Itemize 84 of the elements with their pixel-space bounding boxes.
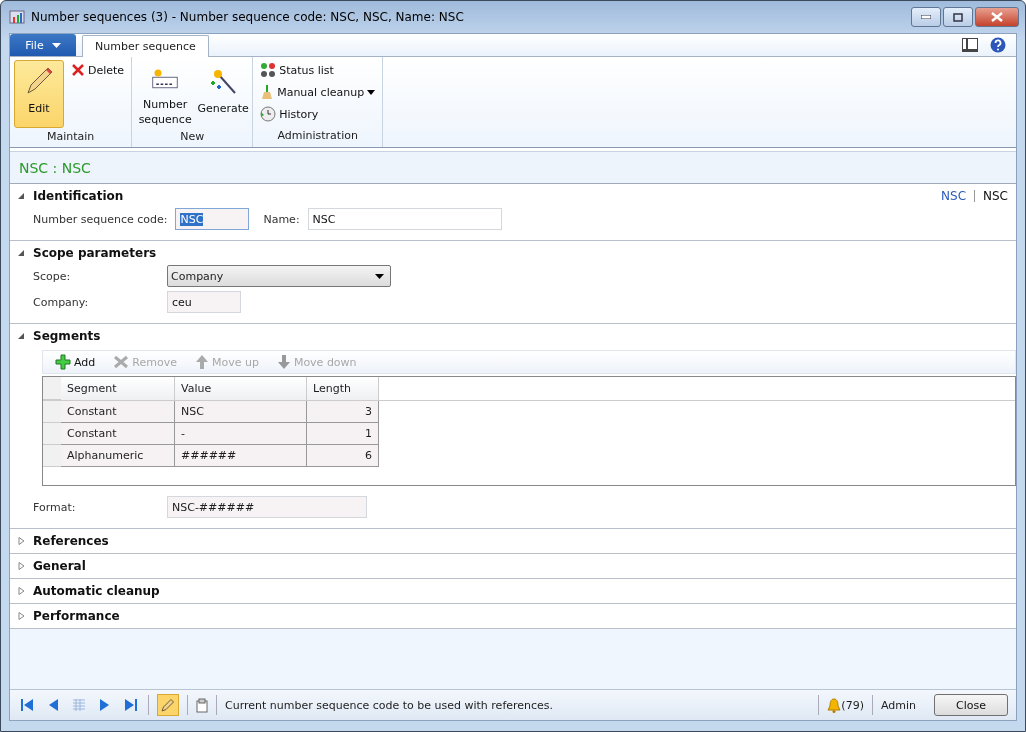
arrow-up-icon xyxy=(194,354,209,370)
clock-icon xyxy=(260,106,277,122)
field-label: Number sequence code: xyxy=(33,212,168,226)
ribbon-button[interactable]: Edit xyxy=(14,60,64,128)
input-field[interactable]: NSC xyxy=(307,208,502,230)
ribbon-button[interactable]: Delete xyxy=(68,60,128,80)
table-cell: Constant xyxy=(61,401,175,423)
expand-icon[interactable] xyxy=(18,587,25,595)
section-title[interactable]: General xyxy=(33,559,86,573)
table-cell: 1 xyxy=(307,423,379,445)
add-icon xyxy=(55,354,71,370)
table-cell: ###### xyxy=(175,445,307,467)
minimize-icon xyxy=(921,15,931,19)
delete-icon xyxy=(71,63,85,77)
file-tab[interactable]: File xyxy=(10,34,76,56)
table-cell: Constant xyxy=(61,423,175,445)
ribbon-tab[interactable]: Number sequence xyxy=(82,35,209,57)
last-icon xyxy=(124,698,138,712)
table-cell: NSC xyxy=(175,401,307,423)
ribbon-button[interactable]: Generate xyxy=(198,60,249,128)
field-label: Format: xyxy=(33,500,77,514)
grid-icon xyxy=(72,698,86,712)
group-label: Maintain xyxy=(45,129,96,145)
collapse-icon[interactable] xyxy=(18,192,25,200)
pencil-icon xyxy=(24,65,54,97)
restore-icon xyxy=(953,12,963,22)
help-icon[interactable] xyxy=(990,37,1006,53)
input-field[interactable]: NSC-###### xyxy=(167,496,367,518)
link[interactable]: NSC xyxy=(941,189,966,203)
first-record-button[interactable] xyxy=(18,698,36,712)
bell-icon[interactable] xyxy=(827,697,842,713)
table-cell: Alphanumeric xyxy=(61,445,175,467)
collapse-icon[interactable] xyxy=(18,249,25,257)
field-label: Name: xyxy=(263,212,300,226)
table-cell: - xyxy=(175,423,307,445)
maximize-button[interactable] xyxy=(943,7,973,27)
broom-icon xyxy=(260,84,275,100)
section-title[interactable]: Automatic cleanup xyxy=(33,584,160,598)
form-header: NSC : NSC xyxy=(10,151,1016,184)
column-header[interactable]: Segment xyxy=(61,377,175,400)
table-cell: 6 xyxy=(307,445,379,467)
expand-icon[interactable] xyxy=(18,562,25,570)
expand-icon[interactable] xyxy=(18,537,25,545)
section-title[interactable]: Performance xyxy=(33,609,120,623)
section-title[interactable]: Identification xyxy=(33,189,124,203)
status-message: Current number sequence code to be used with references. xyxy=(225,698,555,712)
scope-dropdown[interactable]: Company xyxy=(167,265,391,287)
last-record-button[interactable] xyxy=(122,698,140,712)
toolbar-button[interactable]: Add xyxy=(55,354,96,370)
collapse-icon[interactable] xyxy=(18,332,25,340)
expand-icon[interactable] xyxy=(18,612,25,620)
field-label: Scope: xyxy=(33,269,72,283)
ribbon-button[interactable]: Manual cleanup xyxy=(257,82,379,102)
ribbon-button[interactable]: History xyxy=(257,104,379,124)
caret-icon xyxy=(375,273,384,279)
edit-toggle[interactable] xyxy=(157,694,179,716)
field-label: Company: xyxy=(33,295,90,309)
section-title[interactable]: Scope parameters xyxy=(33,246,157,260)
section-title[interactable]: Segments xyxy=(33,329,101,343)
pencil-icon xyxy=(161,698,175,712)
close-button[interactable] xyxy=(975,7,1019,27)
column-header[interactable]: Value xyxy=(175,377,307,400)
user-name: Admin xyxy=(880,698,916,712)
close-form-button[interactable]: Close xyxy=(934,694,1008,716)
notification-count[interactable]: (79) xyxy=(841,698,864,712)
app-icon xyxy=(9,9,25,25)
link[interactable]: NSC xyxy=(983,189,1008,203)
ribbon-button[interactable]: Number sequence xyxy=(136,60,195,128)
group-label: New xyxy=(179,129,206,145)
input-field[interactable]: ceu xyxy=(167,291,241,313)
arrow-down-icon xyxy=(276,354,291,370)
caret-icon xyxy=(51,42,61,48)
group-label: Administration xyxy=(276,128,359,144)
first-icon xyxy=(20,698,34,712)
input-field[interactable]: NSC xyxy=(175,208,250,230)
status-icon xyxy=(260,62,277,78)
section-title[interactable]: References xyxy=(33,534,109,548)
table-cell: 3 xyxy=(307,401,379,423)
layout-icon[interactable] xyxy=(962,38,978,52)
window-title: Number sequences (3) - Number sequence code: NSC, NSC, Name: NSC xyxy=(31,10,465,24)
ribbon-button[interactable]: Status list xyxy=(257,60,379,80)
remove-icon xyxy=(113,355,130,369)
close-icon xyxy=(991,12,1003,22)
minimize-button[interactable] xyxy=(911,7,941,27)
